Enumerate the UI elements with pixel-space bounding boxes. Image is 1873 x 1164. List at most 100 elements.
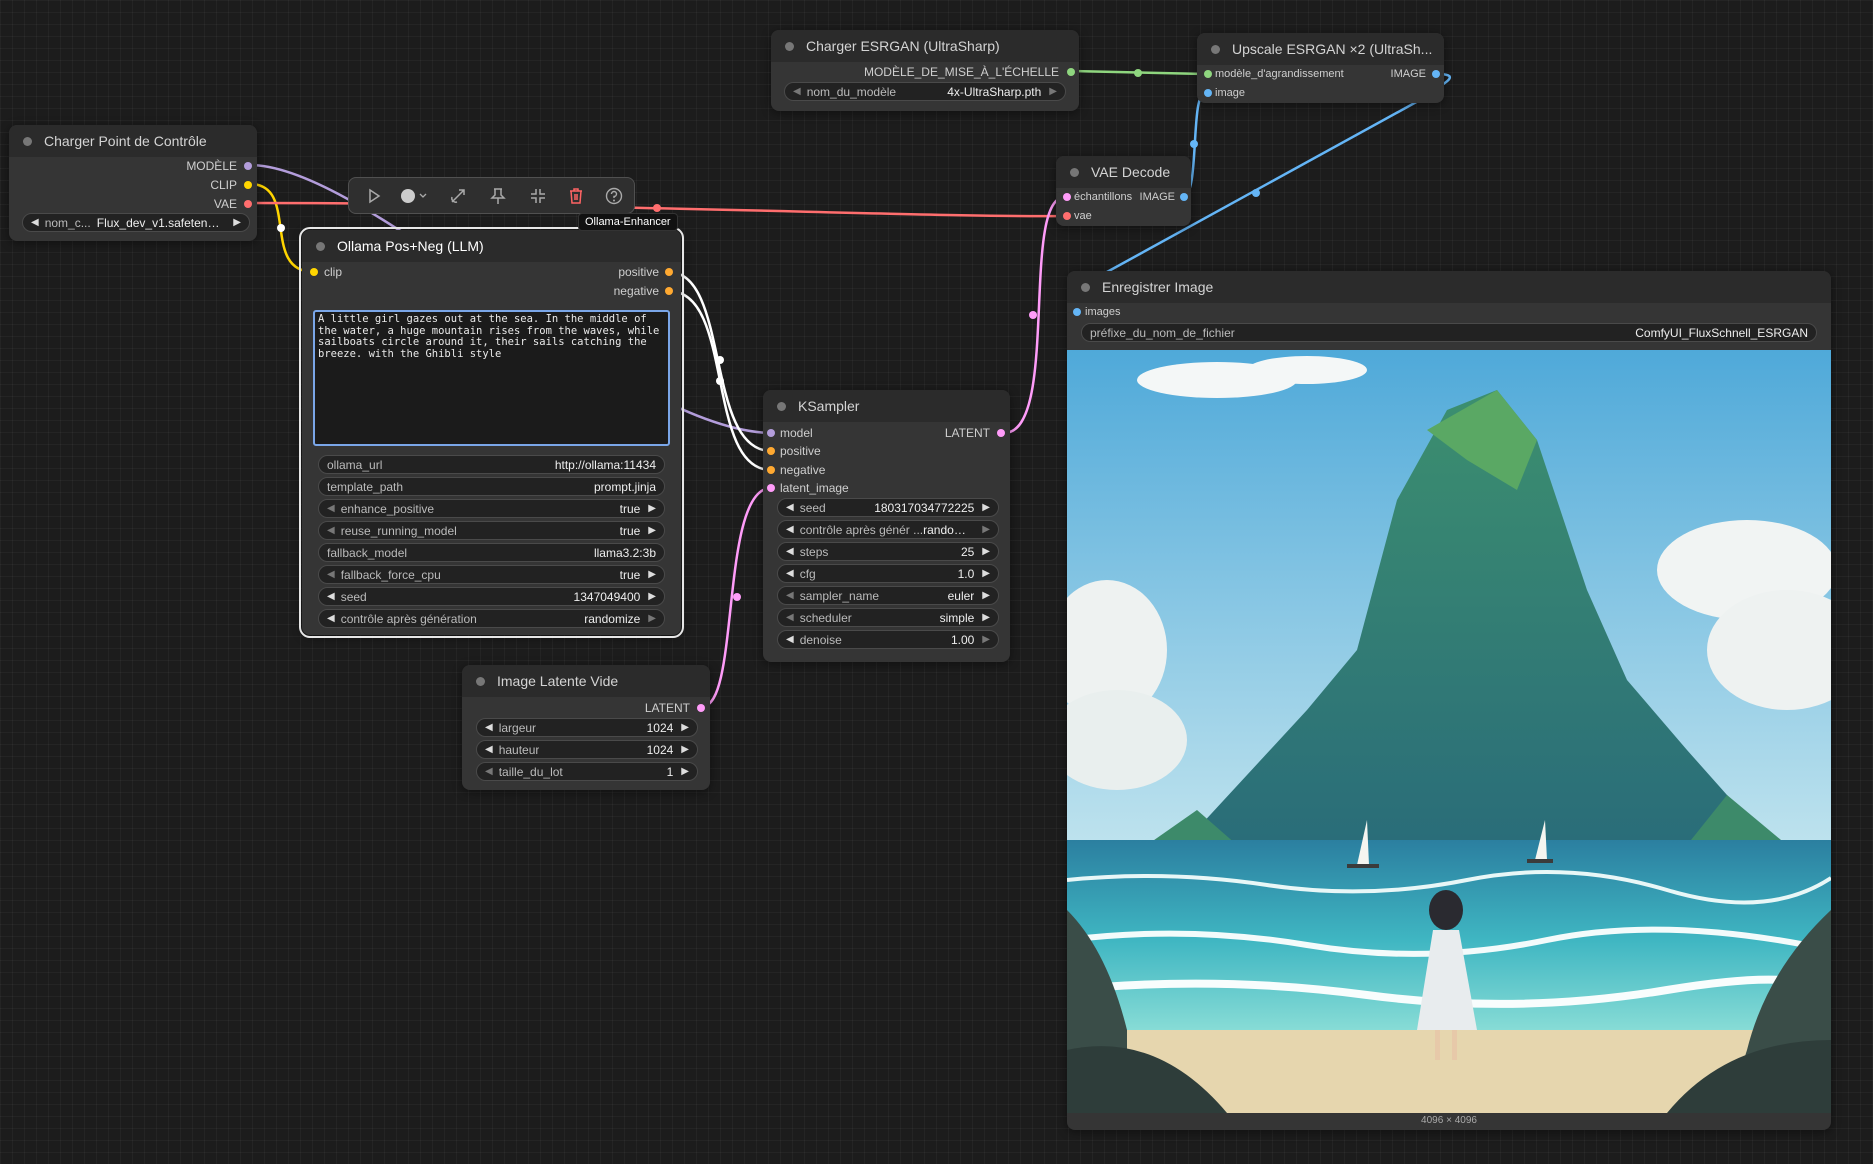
arrow-right-icon[interactable]: ▶ [982,568,990,579]
esrgan-loader-node[interactable]: Charger ESRGAN (UltraSharp) MODÈLE_DE_MI… [771,30,1079,111]
output-vae-dot[interactable] [244,200,252,208]
input-image-dot[interactable] [1204,89,1212,97]
output-image-dot[interactable] [1432,70,1440,78]
widget-enhance-positive[interactable]: ◀ enhance_positive true ▶ [318,499,665,518]
arrow-left-icon[interactable]: ◀ [786,590,794,601]
arrow-right-icon[interactable]: ▶ [982,524,990,535]
input-upscale-model-dot[interactable] [1204,70,1212,78]
vae-decode-node[interactable]: VAE Decode échantillons vae IMAGE [1056,156,1191,226]
widget-batch-size[interactable]: ◀ taille_du_lot 1 ▶ [476,762,698,781]
arrow-right-icon[interactable]: ▶ [648,569,656,580]
model-name-widget[interactable]: ◀ nom_du_modèle 4x-UltraSharp.pth ▶ [784,82,1066,101]
arrow-left-icon[interactable]: ◀ [793,86,801,97]
widget-denoise[interactable]: ◀ denoise 1.00 ▶ [777,630,999,649]
input-samples-dot[interactable] [1063,193,1071,201]
arrow-left-icon[interactable]: ◀ [485,722,493,733]
arrow-left-icon[interactable]: ◀ [786,568,794,579]
arrow-left-icon[interactable]: ◀ [485,766,493,777]
output-model-dot[interactable] [244,162,252,170]
arrow-left-icon[interactable]: ◀ [786,634,794,645]
input-clip-dot[interactable] [310,268,318,276]
node-title[interactable]: Upscale ESRGAN ×2 (UltraSh... [1197,33,1444,65]
output-negative-dot[interactable] [665,287,673,295]
arrow-left-icon[interactable]: ◀ [327,503,335,514]
arrow-left-icon[interactable]: ◀ [786,612,794,623]
widget-scheduler[interactable]: ◀ scheduler simple ▶ [777,608,999,627]
widget-width[interactable]: ◀ largeur 1024 ▶ [476,718,698,737]
arrow-left-icon[interactable]: ◀ [31,217,39,228]
collapse-dot-icon[interactable] [777,401,786,411]
collapse-button[interactable] [519,178,557,213]
color-button[interactable] [395,178,435,213]
help-button[interactable] [595,178,633,213]
empty-latent-node[interactable]: Image Latente Vide LATENT ◀ largeur 1024 ▶ … [462,665,710,790]
widget-seed[interactable]: ◀ seed 1347049400 ▶ [318,587,665,606]
input-negative-dot[interactable] [767,466,775,474]
ksampler-node[interactable]: KSampler model positive negative latent_… [763,390,1010,662]
prompt-textarea[interactable]: A little girl gazes out at the sea. In t… [313,310,670,446]
output-clip-dot[interactable] [244,181,252,189]
arrow-right-icon[interactable]: ▶ [648,591,656,602]
arrow-right-icon[interactable]: ▶ [681,744,689,755]
delete-button[interactable] [557,178,595,213]
arrow-right-icon[interactable]: ▶ [681,766,689,777]
collapse-dot-icon[interactable] [785,41,794,51]
output-latent-dot[interactable] [697,704,705,712]
arrow-left-icon[interactable]: ◀ [327,591,335,602]
node-title[interactable]: KSampler [763,390,1010,422]
arrow-right-icon[interactable]: ▶ [982,634,990,645]
ckpt-name-widget[interactable]: ◀ nom_c... Flux_dev_v1.safetensors ▶ [22,213,250,232]
arrow-left-icon[interactable]: ◀ [327,525,335,536]
widget-cfg[interactable]: ◀ cfg 1.0 ▶ [777,564,999,583]
node-title[interactable]: Image Latente Vide [462,665,710,697]
collapse-dot-icon[interactable] [1211,44,1220,54]
output-upscale-model-dot[interactable] [1067,68,1075,76]
widget-template-path[interactable]: template_path prompt.jinja [318,477,665,496]
output-positive-dot[interactable] [665,268,673,276]
arrow-right-icon[interactable]: ▶ [233,217,241,228]
widget-control-after-generate[interactable]: ◀ contrôle après génér ... randomize ▶ [777,520,999,539]
pin-button[interactable] [479,178,517,213]
widget-ollama-url[interactable]: ollama_url http://ollama:11434 [318,455,665,474]
output-image-dot[interactable] [1180,193,1188,201]
arrow-right-icon[interactable]: ▶ [648,613,656,624]
node-title[interactable]: Charger Point de Contrôle [9,125,257,157]
input-vae-dot[interactable] [1063,212,1071,220]
collapse-dot-icon[interactable] [316,241,325,251]
widget-fallback-model[interactable]: fallback_model llama3.2:3b [318,543,665,562]
arrow-left-icon[interactable]: ◀ [327,613,335,624]
collapse-dot-icon[interactable] [23,136,32,146]
arrow-left-icon[interactable]: ◀ [786,524,794,535]
output-latent-dot[interactable] [997,429,1005,437]
arrow-right-icon[interactable]: ▶ [982,546,990,557]
node-title[interactable]: VAE Decode [1056,156,1191,188]
input-latent-dot[interactable] [767,484,775,492]
collapse-dot-icon[interactable] [1081,282,1090,292]
arrow-right-icon[interactable]: ▶ [982,612,990,623]
bypass-button[interactable] [439,178,477,213]
widget-reuse-running-model[interactable]: ◀ reuse_running_model true ▶ [318,521,665,540]
widget-seed[interactable]: ◀ seed 180317034772225 ▶ [777,498,999,517]
widget-fallback-force-cpu[interactable]: ◀ fallback_force_cpu true ▶ [318,565,665,584]
widget-height[interactable]: ◀ hauteur 1024 ▶ [476,740,698,759]
filename-prefix-widget[interactable]: préfixe_du_nom_de_fichier ComfyUI_FluxSch… [1081,323,1817,342]
ollama-node[interactable]: Ollama Pos+Neg (LLM) clip positive negat… [299,227,684,638]
node-title[interactable]: Enregistrer Image [1067,271,1831,303]
save-image-node[interactable]: Enregistrer Image images préfixe_du_nom_… [1067,271,1831,1130]
arrow-right-icon[interactable]: ▶ [982,590,990,601]
checkpoint-loader-node[interactable]: Charger Point de Contrôle MODÈLE CLIP VA… [9,125,257,241]
collapse-dot-icon[interactable] [476,676,485,686]
input-images-dot[interactable] [1073,308,1081,316]
arrow-left-icon[interactable]: ◀ [786,502,794,513]
input-model-dot[interactable] [767,429,775,437]
arrow-right-icon[interactable]: ▶ [982,502,990,513]
widget-control-after-generate[interactable]: ◀ contrôle après génération randomize ▶ [318,609,665,628]
arrow-right-icon[interactable]: ▶ [681,722,689,733]
arrow-left-icon[interactable]: ◀ [327,569,335,580]
upscale-node[interactable]: Upscale ESRGAN ×2 (UltraSh... modèle_d'a… [1197,33,1444,103]
image-preview[interactable] [1067,350,1831,1113]
widget-steps[interactable]: ◀ steps 25 ▶ [777,542,999,561]
widget-sampler-name[interactable]: ◀ sampler_name euler ▶ [777,586,999,605]
arrow-left-icon[interactable]: ◀ [485,744,493,755]
node-title[interactable]: Ollama Pos+Neg (LLM) [302,230,681,262]
